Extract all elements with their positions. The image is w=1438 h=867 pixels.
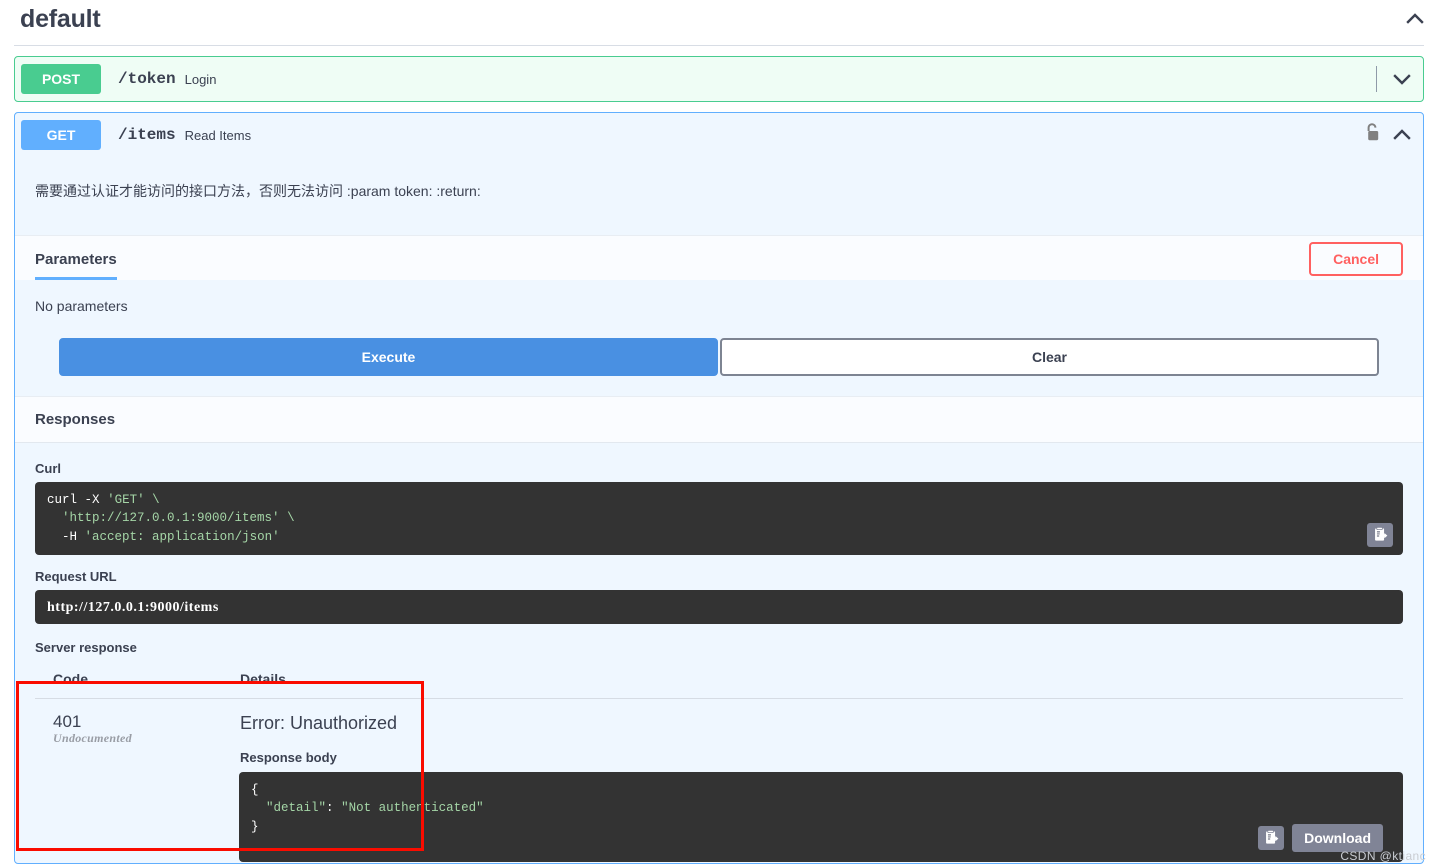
operation-path: /token: [118, 70, 176, 88]
column-header-details: Details: [137, 664, 1403, 699]
tag-divider: [14, 45, 1424, 46]
no-parameters-text: No parameters: [35, 298, 128, 315]
response-code-note: Undocumented: [53, 731, 132, 746]
response-details-cell: Error: Unauthorized Response body { "det…: [137, 698, 1403, 863]
http-method-badge: GET: [21, 120, 101, 150]
tab-parameters[interactable]: Parameters: [35, 251, 117, 281]
unlocked-padlock-icon[interactable]: [1364, 122, 1381, 148]
response-body-text: { "detail": "Not authenticated" }: [251, 782, 484, 835]
operation-get-items[interactable]: GET /items Read Items 需要通过认证才能访问的接口方法，否则…: [14, 112, 1424, 864]
response-error-title: Error: Unauthorized: [240, 712, 398, 733]
responses-section-header: Responses: [15, 396, 1423, 444]
vertical-divider: [1376, 66, 1377, 92]
operation-summary-text: Login: [184, 71, 217, 87]
response-body-actions: Download: [1258, 823, 1383, 852]
response-body-label: Response body: [240, 749, 337, 765]
table-row: 401 Undocumented Error: Unauthorized Res…: [35, 698, 1403, 863]
watermark: CSDN @ktianc: [1340, 849, 1426, 863]
responses-area: Curl curl -X 'GET' \ 'http://127.0.0.1:9…: [15, 443, 1423, 862]
request-url-text: http://127.0.0.1:9000/items: [47, 599, 219, 615]
operations-list: POST /token Login GET /items Read Items …: [0, 56, 1438, 864]
swagger-ui-page: default POST /token Login GET /items Rea…: [0, 0, 1438, 867]
execute-button[interactable]: Execute: [59, 338, 718, 377]
operation-description: 需要通过认证才能访问的接口方法，否则无法访问 :param token: :re…: [35, 183, 481, 199]
copy-to-clipboard-icon[interactable]: [1367, 522, 1393, 547]
clear-button[interactable]: Clear: [720, 338, 1379, 377]
curl-label: Curl: [35, 461, 61, 477]
response-code-cell: 401 Undocumented: [35, 698, 137, 863]
operation-summary[interactable]: POST /token Login: [15, 57, 1423, 101]
parameters-header: Parameters Cancel: [15, 235, 1423, 281]
request-url-label: Request URL: [35, 568, 117, 584]
response-code: 401: [53, 711, 82, 731]
server-response-label: Server response: [35, 639, 137, 655]
cancel-button[interactable]: Cancel: [1309, 242, 1403, 277]
operation-post-token[interactable]: POST /token Login: [14, 56, 1424, 102]
operation-controls: [1376, 66, 1423, 92]
curl-code-block: curl -X 'GET' \ 'http://127.0.0.1:9000/i…: [35, 482, 1403, 555]
curl-code-text: curl -X 'GET' \ 'http://127.0.0.1:9000/i…: [47, 493, 295, 544]
download-button[interactable]: Download: [1292, 823, 1383, 852]
operation-controls: [1364, 122, 1423, 148]
copy-to-clipboard-icon[interactable]: [1258, 825, 1285, 850]
response-body-block: { "detail": "Not authenticated" } Downlo…: [239, 771, 1403, 862]
operation-summary-text: Read Items: [184, 127, 252, 143]
server-response-table: Code Details 401 Undocumented Error: Una…: [35, 664, 1403, 863]
column-header-code: Code: [35, 664, 137, 699]
chevron-up-icon[interactable]: [1404, 8, 1426, 30]
table-header-row: Code Details: [35, 664, 1403, 699]
http-method-badge: POST: [21, 64, 101, 94]
page-title: default: [20, 4, 101, 33]
chevron-up-icon[interactable]: [1391, 124, 1413, 146]
tag-header[interactable]: default: [0, 0, 1438, 38]
request-url-block: http://127.0.0.1:9000/items: [35, 589, 1403, 624]
operation-body: 需要通过认证才能访问的接口方法，否则无法访问 :param token: :re…: [15, 157, 1423, 863]
operation-summary[interactable]: GET /items Read Items: [15, 113, 1423, 157]
chevron-down-icon[interactable]: [1391, 68, 1413, 90]
operation-path: /items: [118, 126, 176, 144]
execute-row: Execute Clear: [15, 314, 1423, 396]
